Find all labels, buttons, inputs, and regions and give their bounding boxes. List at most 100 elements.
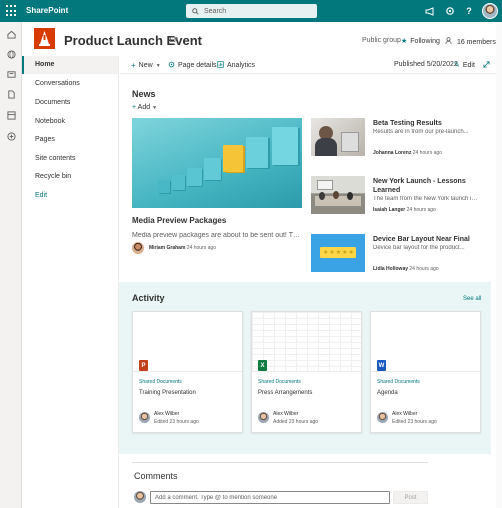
news-icon[interactable] — [5, 68, 17, 80]
news-meta: Johanna Lorenz 24 hours ago — [373, 150, 442, 156]
chevron-down-icon: ▼ — [155, 62, 161, 69]
nav-edit-link[interactable]: Edit — [22, 187, 118, 205]
post-time: 24 hours ago — [409, 266, 439, 272]
page-details-label: Page details — [178, 62, 217, 69]
powerpoint-icon: P — [139, 360, 148, 371]
edit-button[interactable]: ✎ Edit — [454, 61, 475, 70]
avatar — [134, 491, 146, 503]
add-icon[interactable] — [5, 130, 17, 142]
help-icon[interactable]: ? — [463, 5, 475, 17]
nav-item-recycle-bin[interactable]: Recycle bin — [22, 168, 118, 186]
members-label: 16 members — [456, 39, 496, 46]
scrollbar[interactable] — [496, 22, 502, 508]
card-library[interactable]: Shared Documents — [258, 379, 301, 385]
nav-item-documents[interactable]: Documents — [22, 94, 118, 112]
card-library[interactable]: Shared Documents — [139, 379, 182, 385]
chevron-down-icon: ▼ — [152, 105, 158, 111]
card-file-name: Press Arrangements — [258, 390, 313, 396]
app-launcher-icon[interactable] — [6, 5, 18, 17]
file-preview — [371, 312, 480, 372]
activity-card[interactable]: W Shared Documents Agenda Alex Wilber Ed… — [370, 311, 481, 433]
news-title: Device Bar Layout Near Final — [373, 236, 470, 243]
post-button[interactable]: Post — [393, 491, 428, 504]
news-thumbnail — [311, 176, 365, 214]
hero-news-image[interactable] — [132, 118, 302, 208]
excel-icon: X — [258, 360, 267, 371]
nav-item-home[interactable]: Home — [22, 56, 118, 74]
command-bar: + New ▼ Page details Analytics Published… — [120, 56, 498, 74]
edit-label: Edit — [462, 61, 475, 69]
avatar — [258, 412, 269, 423]
person-icon — [445, 37, 454, 46]
members-button[interactable]: 16 members — [445, 37, 496, 46]
analytics-button[interactable]: Analytics — [217, 61, 255, 70]
published-status: Published 5/20/2022 — [394, 61, 458, 68]
news-add-button[interactable]: + Add ▼ — [132, 104, 157, 111]
list-icon[interactable] — [5, 109, 17, 121]
analytics-label: Analytics — [227, 62, 256, 69]
see-all-link[interactable]: See all — [463, 296, 481, 302]
card-library[interactable]: Shared Documents — [377, 379, 420, 385]
pencil-icon: ✎ — [454, 62, 460, 69]
hero-news-description: Media preview packages are about to be s… — [132, 232, 302, 239]
post-time: 24 hours ago — [412, 150, 442, 156]
megaphone-icon[interactable] — [424, 5, 436, 17]
avatar — [377, 412, 388, 423]
site-title: Product Launch Event — [64, 33, 202, 48]
activity-heading: Activity — [132, 293, 165, 303]
teams-icon[interactable] — [170, 36, 178, 45]
card-file-name: Agenda — [377, 390, 398, 396]
globe-icon[interactable] — [5, 48, 17, 60]
hero-news-title[interactable]: Media Preview Packages — [132, 216, 226, 225]
activity-card[interactable]: X Shared Documents Press Arrangements Al… — [251, 311, 362, 433]
author-name: Isaiah Langer — [373, 207, 406, 213]
user-avatar[interactable] — [482, 3, 498, 19]
nav-item-notebook[interactable]: Notebook — [22, 113, 118, 131]
news-description: The team from the New York launch is... — [373, 196, 479, 202]
card-activity-time: Added 23 hours ago — [273, 419, 319, 425]
document-icon[interactable] — [5, 88, 17, 100]
star-icon: ★ — [401, 38, 408, 45]
news-thumbnail — [311, 118, 365, 156]
comment-input[interactable] — [150, 491, 390, 504]
page-details-button[interactable]: Page details — [168, 61, 217, 70]
card-file-name: Training Presentation — [139, 390, 196, 396]
nav-item-pages[interactable]: Pages — [22, 131, 118, 149]
divider — [132, 462, 428, 463]
card-activity-time: Edited 23 hours ago — [154, 419, 199, 425]
follow-label: Following — [410, 38, 440, 45]
nav-item-site-contents[interactable]: Site contents — [22, 150, 118, 168]
plus-icon: + — [131, 61, 136, 70]
author-name: Miriam Graham — [149, 245, 186, 251]
news-meta: Lidia Holloway 24 hours ago — [373, 266, 439, 272]
search-box[interactable]: Search — [186, 4, 317, 18]
news-thumbnail: ★★★★★ — [311, 234, 365, 272]
news-heading: News — [132, 89, 156, 99]
gear-icon[interactable] — [444, 5, 456, 17]
new-button[interactable]: + New ▼ — [131, 61, 161, 70]
home-icon[interactable] — [5, 28, 17, 40]
post-time: 24 hours ago — [186, 245, 216, 251]
card-person: Alex Wilber — [392, 411, 418, 417]
gear-icon — [168, 61, 175, 70]
news-item[interactable]: ★★★★★ Device Bar Layout Near Final Devic… — [311, 234, 479, 274]
news-item[interactable]: New York Launch - Lessons Learned The te… — [311, 176, 479, 216]
expand-icon[interactable] — [483, 61, 490, 68]
brand-name[interactable]: SharePoint — [26, 6, 68, 15]
news-item[interactable]: Beta Testing Results Results are in from… — [311, 118, 479, 158]
follow-button[interactable]: ★ Following — [401, 37, 440, 45]
add-label: Add — [137, 104, 151, 111]
news-description: Device bar layout for the product... — [373, 245, 465, 251]
search-icon — [192, 7, 199, 15]
hero-news-meta: Miriam Graham 24 hours ago — [149, 245, 216, 251]
site-logo[interactable] — [34, 28, 55, 49]
card-person: Alex Wilber — [273, 411, 299, 417]
new-label: New — [138, 62, 153, 69]
news-title: New York Launch - Lessons Learned — [373, 178, 466, 194]
plus-icon: + — [132, 104, 137, 111]
file-preview — [133, 312, 242, 372]
left-navigation: Home Conversations Documents Notebook Pa… — [22, 56, 119, 508]
activity-card[interactable]: P Shared Documents Training Presentation… — [132, 311, 243, 433]
nav-item-conversations[interactable]: Conversations — [22, 75, 118, 93]
card-activity-time: Edited 23 hours ago — [392, 419, 437, 425]
